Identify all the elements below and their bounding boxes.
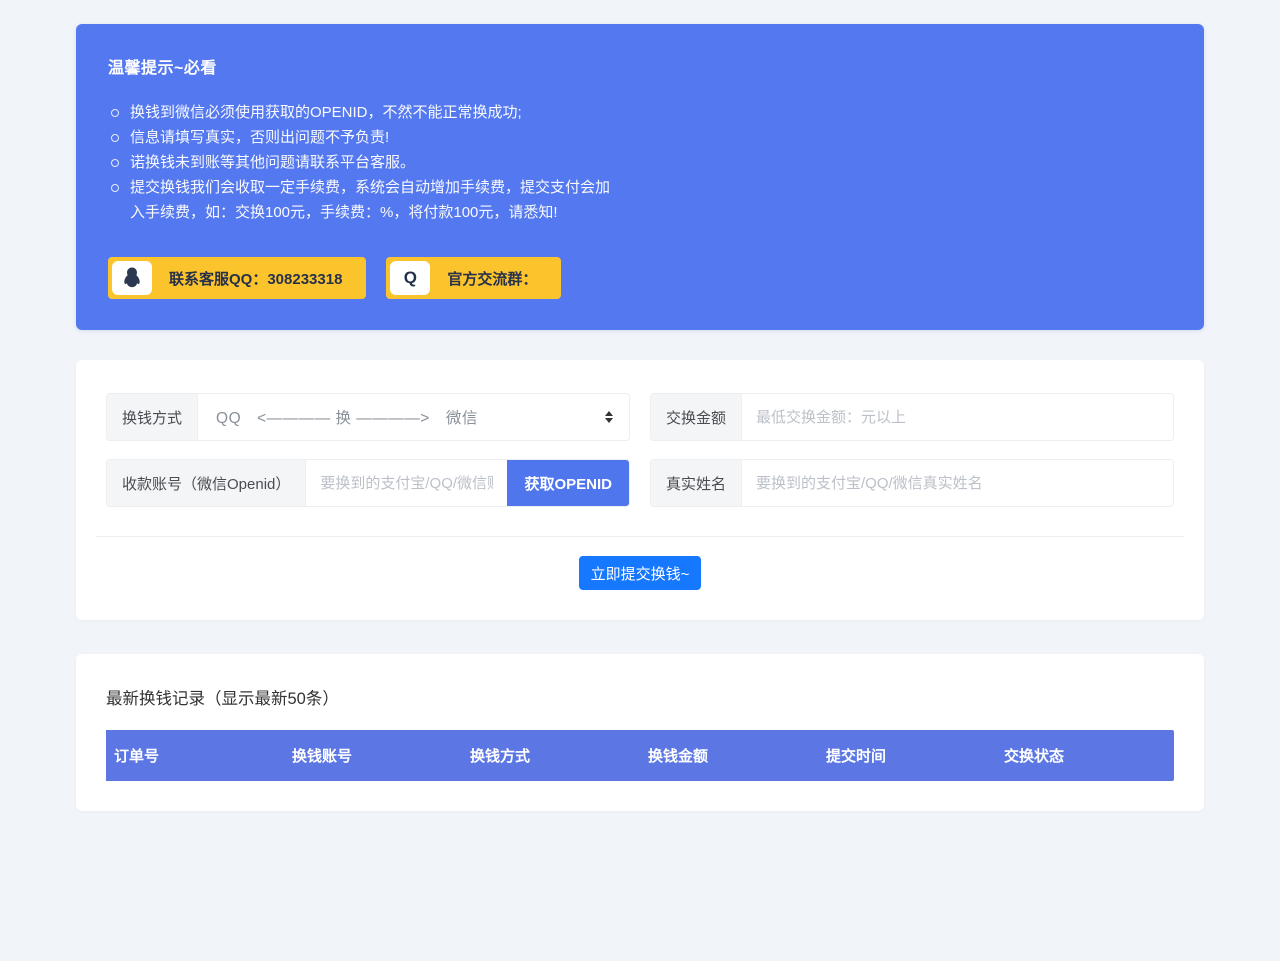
q-letter-icon: Q [390, 261, 430, 295]
notice-card: 温馨提示~必看 换钱到微信必须使用获取的OPENID，不然不能正常换成功;信息请… [76, 24, 1204, 330]
amount-label: 交换金额 [651, 394, 742, 440]
method-selected-value: QQ <———— 换 ————> 微信 [216, 406, 605, 428]
records-card: 最新换钱记录（显示最新50条） 订单号换钱账号换钱方式换钱金额提交时间交换状态 [76, 654, 1204, 811]
records-column-header: 换钱账号 [284, 730, 462, 781]
records-column-header: 提交时间 [818, 730, 996, 781]
realname-label: 真实姓名 [651, 460, 742, 506]
notice-title: 温馨提示~必看 [108, 54, 1172, 78]
amount-input[interactable] [742, 394, 1173, 440]
account-input[interactable] [306, 460, 507, 506]
records-column-header: 订单号 [106, 730, 284, 781]
records-header-row: 订单号换钱账号换钱方式换钱金额提交时间交换状态 [106, 730, 1174, 781]
records-column-header: 换钱金额 [640, 730, 818, 781]
records-column-header: 换钱方式 [462, 730, 640, 781]
notice-bullet: 信息请填写真实，否则出问题不予负责! [108, 125, 620, 150]
method-select[interactable]: QQ <———— 换 ————> 微信 [198, 394, 629, 440]
account-label: 收款账号（微信Openid） [107, 460, 306, 506]
official-group-label: 官方交流群： [447, 268, 537, 289]
form-divider [96, 536, 1184, 537]
amount-field-group: 交换金额 [650, 393, 1174, 441]
account-field-group: 收款账号（微信Openid） 获取OPENID [106, 459, 630, 507]
realname-field-group: 真实姓名 [650, 459, 1174, 507]
records-table: 订单号换钱账号换钱方式换钱金额提交时间交换状态 [106, 730, 1174, 781]
method-label: 换钱方式 [107, 394, 198, 440]
official-group-button[interactable]: Q 官方交流群： [386, 257, 561, 299]
qq-penguin-icon [112, 261, 152, 295]
notice-buttons-row: 联系客服QQ：308233318 Q 官方交流群： [108, 257, 1172, 299]
realname-input[interactable] [742, 460, 1173, 506]
method-field-group: 换钱方式 QQ <———— 换 ————> 微信 [106, 393, 630, 441]
exchange-form-card: 换钱方式 QQ <———— 换 ————> 微信 交换金额 收款账号（微信Ope… [76, 360, 1204, 620]
page-container: 温馨提示~必看 换钱到微信必须使用获取的OPENID，不然不能正常换成功;信息请… [76, 0, 1204, 811]
submit-exchange-button[interactable]: 立即提交换钱~ [579, 556, 702, 590]
notice-bullet: 诺换钱未到账等其他问题请联系平台客服。 [108, 150, 620, 175]
notice-bullet: 换钱到微信必须使用获取的OPENID，不然不能正常换成功; [108, 100, 620, 125]
select-arrows-icon [605, 411, 613, 423]
notice-bullet: 提交换钱我们会收取一定手续费，系统会自动增加手续费，提交支付会加入手续费，如：交… [108, 175, 620, 225]
records-title: 最新换钱记录（显示最新50条） [106, 685, 1174, 709]
contact-qq-button[interactable]: 联系客服QQ：308233318 [108, 257, 366, 299]
notice-bullet-list: 换钱到微信必须使用获取的OPENID，不然不能正常换成功;信息请填写真实，否则出… [108, 100, 620, 225]
records-column-header: 交换状态 [996, 730, 1174, 781]
contact-qq-label: 联系客服QQ：308233318 [169, 268, 342, 289]
get-openid-button[interactable]: 获取OPENID [507, 460, 629, 506]
form-grid: 换钱方式 QQ <———— 换 ————> 微信 交换金额 收款账号（微信Ope… [106, 393, 1174, 507]
submit-row: 立即提交换钱~ [106, 556, 1174, 590]
